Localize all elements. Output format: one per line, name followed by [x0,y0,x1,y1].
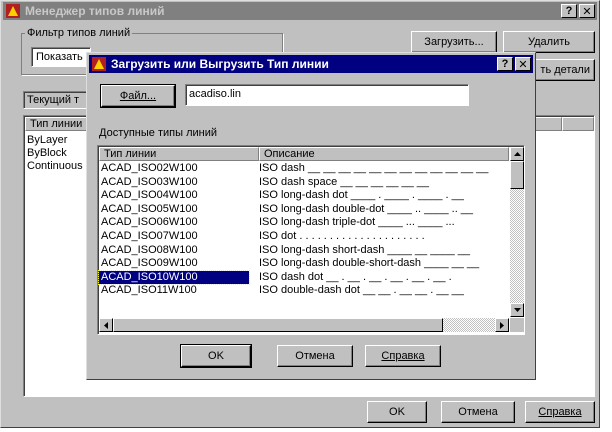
linetype-row-name: ACAD_ISO02W100 [101,162,198,174]
file-button-label: Файл... [119,90,157,102]
column-header-linetype-label: Тип линии [104,148,157,160]
dialog-ok-button[interactable]: OK [180,344,252,368]
linetype-list-header-extra-2[interactable] [562,117,594,131]
linetype-row[interactable]: ACAD_ISO08W100 ISO long-dash short-dash _… [99,244,509,257]
dialog-cancel-button[interactable]: Отмена [277,345,353,367]
main-ok-button[interactable]: OK [367,401,427,423]
main-cancel-button-label: Отмена [458,406,498,418]
load-button[interactable]: Загрузить... [411,31,497,53]
linetype-row[interactable]: ACAD_ISO09W100 ISO long-dash double-short… [99,257,509,270]
autocad-app-icon [91,56,107,72]
file-path-value: acadiso.lin [189,88,241,100]
current-linetype-field: Текущий т [23,91,93,109]
linetype-list-item[interactable]: Continuous [27,160,83,172]
main-window-title: Менеджер типов линий [25,4,165,18]
vertical-scroll-thumb[interactable] [510,161,524,189]
linetype-filter-value: Показать [36,51,83,63]
linetype-row-name: ACAD_ISO03W100 [101,175,198,188]
available-linetypes-label: Доступные типы линий [99,127,217,139]
linetype-row[interactable]: ACAD_ISO02W100 ISO dash __ __ __ __ __ __… [99,162,509,175]
linetype-row-description: ISO long-dash short-dash ____ __ ____ __ [259,243,470,256]
linetype-row[interactable]: ACAD_ISO10W100 ISO dash dot __ . __ . __ … [98,269,509,285]
current-linetype-label: Текущий т [27,94,80,106]
load-linetype-titlebar[interactable]: Загрузить или Выгрузить Тип линии ? ✕ [89,55,533,73]
file-button[interactable]: Файл... [100,84,176,108]
main-help-button-label: Справка [538,406,582,418]
scroll-left-button[interactable] [99,318,113,332]
linetype-row-description: ISO long-dash double-short-dash ____ __ … [259,257,480,270]
column-header-linetype[interactable]: Тип линии [99,147,259,161]
linetype-row-description: ISO long-dash dot ____ . ____ . ____ . _… [259,189,464,202]
linetype-list-header[interactable]: Тип линии [25,117,95,131]
main-close-title-button[interactable]: ✕ [579,4,595,18]
linetype-row-description: ISO dash space __ __ __ __ __ __ [259,175,430,188]
linetype-list-item[interactable]: ByLayer [27,134,67,146]
main-help-button[interactable]: Справка [525,401,595,423]
linetype-row[interactable]: ACAD_ISO03W100 ISO dash space __ __ __ __… [99,176,509,189]
linetype-row-description: ISO dash __ __ __ __ __ __ __ __ __ __ _… [259,162,489,174]
linetype-row-name: ACAD_ISO06W100 [101,216,198,229]
autocad-app-icon [5,3,21,19]
column-header-description-label: Описание [264,148,315,160]
linetype-row-name: ACAD_ISO11W100 [101,284,197,297]
dialog-help-button-label: Справка [381,350,425,362]
linetype-row-description: ISO dash dot __ . __ . __ . __ . __ . __… [259,270,452,283]
linetype-row-description: ISO double-dash dot __ __ . __ __ . __ _… [259,284,464,297]
column-header-description[interactable]: Описание [259,147,509,161]
scroll-corner [510,318,524,332]
linetype-row-name: ACAD_ISO09W100 [101,257,198,270]
available-linetypes-list[interactable]: Тип линии Описание ACAD_ISO02W100 ISO das… [97,145,525,335]
dialog-title: Загрузить или Выгрузить Тип линии [111,57,329,71]
linetype-filter-select[interactable]: Показать [31,47,91,67]
scroll-up-button[interactable] [510,147,524,161]
linetype-row[interactable]: ACAD_ISO07W100 ISO dot . . . . . . . . . … [99,230,509,243]
main-ok-button-label: OK [389,406,405,418]
main-help-title-button[interactable]: ? [561,4,577,18]
dialog-help-button[interactable]: Справка [365,345,441,367]
delete-button[interactable]: Удалить [503,31,595,53]
dialog-help-title-button[interactable]: ? [497,57,513,71]
linetype-row-name: ACAD_ISO08W100 [101,243,198,256]
linetype-list-header-extra[interactable] [532,117,562,131]
dialog-ok-button-label: OK [208,350,224,362]
linetype-row[interactable]: ACAD_ISO06W100 ISO long-dash triple-dot _… [99,216,509,229]
linetype-manager-titlebar[interactable]: Менеджер типов линий ? ✕ [3,2,597,20]
linetype-row-description: ISO long-dash double-dot ____ .. ____ ..… [259,202,474,215]
linetype-row-name: ACAD_ISO04W100 [101,189,198,202]
scroll-right-button[interactable] [495,318,509,332]
linetype-list-item[interactable]: ByBlock [27,147,67,159]
linetype-row[interactable]: ACAD_ISO05W100 ISO long-dash double-dot _… [99,203,509,216]
linetype-list-header-label: Тип линии [30,118,83,130]
horizontal-scroll-thumb[interactable] [113,318,443,332]
delete-button-label: Удалить [528,36,570,48]
linetype-rows: ACAD_ISO02W100 ISO dash __ __ __ __ __ __… [98,162,509,312]
linetype-row-name: ACAD_ISO05W100 [101,202,198,215]
linetype-row-name: ACAD_ISO10W100 [98,269,250,285]
linetype-row[interactable]: ACAD_ISO04W100 ISO long-dash dot ____ . _… [99,189,509,202]
linetype-row[interactable]: ACAD_ISO11W100 ISO double-dash dot __ __ … [99,284,509,297]
show-details-button-label: ть детали [540,64,590,76]
linetype-row-description: ISO long-dash triple-dot ____ ... ____ .… [259,216,455,229]
linetype-row-description: ISO dot . . . . . . . . . . . . . . . . … [259,230,425,242]
scroll-down-button[interactable] [510,303,524,317]
dialog-close-title-button[interactable]: ✕ [515,57,531,71]
main-cancel-button[interactable]: Отмена [441,401,515,423]
load-button-label: Загрузить... [424,36,484,48]
linetype-filter-label: Фильтр типов линий [25,27,133,39]
linetype-row-name: ACAD_ISO07W100 [101,230,198,242]
load-linetype-dialog: Загрузить или Выгрузить Тип линии ? ✕ Фа… [86,52,536,380]
file-path-input[interactable]: acadiso.lin [185,84,469,106]
dialog-cancel-button-label: Отмена [295,350,335,362]
